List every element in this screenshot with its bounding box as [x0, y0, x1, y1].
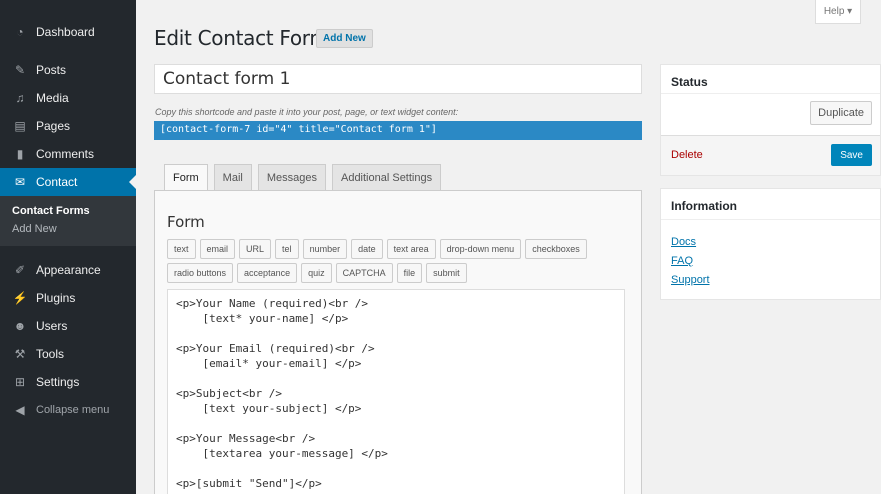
users-icon: ☻ — [13, 319, 27, 333]
shortcode-hint: Copy this shortcode and paste it into yo… — [155, 107, 459, 117]
sidebar-item-users[interactable]: ☻ Users — [0, 312, 136, 340]
sidebar-item-label: Plugins — [36, 291, 76, 305]
sidebar-item-dashboard[interactable]: ◔ Dashboard — [0, 18, 136, 46]
editor-tabs: Form Mail Messages Additional Settings — [164, 164, 447, 191]
sidebar-item-label: Users — [36, 319, 68, 333]
form-heading: Form — [167, 213, 205, 231]
sidebar-item-contact[interactable]: ✉ Contact — [0, 168, 136, 196]
comments-icon: ▮ — [16, 147, 24, 161]
mail-icon: ✉ — [14, 175, 26, 189]
tag-button-date[interactable]: date — [351, 239, 383, 259]
sidebar-item-media[interactable]: ♫ Media — [0, 84, 136, 112]
wrench-icon: ⚒ — [14, 347, 26, 361]
tag-button-submit[interactable]: submit — [426, 263, 467, 283]
sidebar-item-tools[interactable]: ⚒ Tools — [0, 340, 136, 368]
sidebar-item-label: Posts — [36, 63, 67, 77]
admin-sidebar: ◔ Dashboard ✎ Posts ♫ Media ▤ Pages ▮ Co… — [0, 0, 136, 494]
tab-additional-settings[interactable]: Additional Settings — [331, 164, 442, 191]
form-panel: Form text email URL tel number date text… — [154, 190, 642, 494]
sidebar-item-posts[interactable]: ✎ Posts — [0, 56, 136, 84]
tag-button-acceptance[interactable]: acceptance — [237, 263, 298, 283]
tag-button-text[interactable]: text — [167, 239, 196, 259]
collapse-icon: ◀ — [15, 403, 25, 417]
sidebar-item-label: Contact — [36, 175, 78, 189]
tag-button-url[interactable]: URL — [239, 239, 272, 259]
tag-button-email[interactable]: email — [199, 239, 236, 259]
sidebar-item-label: Dashboard — [36, 25, 95, 39]
status-title: Status — [671, 75, 708, 89]
sidebar-item-comments[interactable]: ▮ Comments — [0, 140, 136, 168]
tag-button-quiz[interactable]: quiz — [301, 263, 332, 283]
sidebar-item-label: Media — [36, 91, 69, 105]
collapse-menu-button[interactable]: ◀ Collapse menu — [0, 396, 136, 424]
add-new-button[interactable]: Add New — [316, 29, 373, 48]
media-icon: ♫ — [15, 91, 25, 105]
duplicate-button[interactable]: Duplicate — [810, 101, 872, 125]
sidebar-item-label: Settings — [36, 375, 80, 389]
sidebar-item-settings[interactable]: ⊞ Settings — [0, 368, 136, 396]
tag-button-checkboxes[interactable]: checkboxes — [525, 239, 587, 259]
tag-button-textarea[interactable]: text area — [386, 239, 436, 259]
sidebar-item-label: Appearance — [36, 263, 101, 277]
sidebar-item-plugins[interactable]: ⚡ Plugins — [0, 284, 136, 312]
tag-generator-row: radio buttons acceptance quiz CAPTCHA fi… — [167, 263, 471, 283]
plugin-icon: ⚡ — [12, 291, 28, 305]
pages-icon: ▤ — [14, 119, 26, 133]
submenu-item-add-new[interactable]: Add New — [0, 220, 136, 238]
status-box: Status Duplicate Delete Save — [660, 64, 881, 176]
docs-link[interactable]: Docs — [671, 233, 710, 252]
sidebar-item-appearance[interactable]: ✐ Appearance — [0, 256, 136, 284]
support-link[interactable]: Support — [671, 271, 710, 290]
tag-button-radio[interactable]: radio buttons — [167, 263, 234, 283]
pin-icon: ✎ — [14, 63, 26, 77]
divider — [661, 93, 880, 94]
sidebar-item-pages[interactable]: ▤ Pages — [0, 112, 136, 140]
collapse-menu-label: Collapse menu — [36, 404, 110, 416]
sidebar-item-label: Tools — [36, 347, 65, 361]
tab-messages[interactable]: Messages — [257, 164, 326, 191]
form-code-editor[interactable]: <p>Your Name (required)<br /> [text* you… — [167, 289, 625, 494]
tag-button-file[interactable]: file — [396, 263, 423, 283]
page-title: Edit Contact Form — [154, 26, 329, 50]
tag-button-number[interactable]: number — [302, 239, 348, 259]
sidebar-item-label: Pages — [36, 119, 71, 133]
dashboard-icon: ◔ — [16, 25, 24, 39]
brush-icon: ✐ — [14, 263, 26, 277]
settings-icon: ⊞ — [14, 375, 26, 389]
save-button[interactable]: Save — [831, 144, 872, 166]
tag-generator-row: text email URL tel number date text area… — [167, 239, 591, 259]
tag-button-captcha[interactable]: CAPTCHA — [335, 263, 393, 283]
contact-submenu: Contact Forms Add New — [0, 196, 136, 246]
faq-link[interactable]: FAQ — [671, 252, 710, 271]
submenu-item-contact-forms[interactable]: Contact Forms — [0, 202, 136, 220]
divider — [661, 219, 880, 220]
information-box: Information Docs FAQ Support — [660, 188, 881, 300]
form-title-input[interactable] — [154, 64, 642, 94]
delete-link[interactable]: Delete — [671, 149, 703, 161]
information-title: Information — [671, 199, 737, 213]
information-links: Docs FAQ Support — [671, 233, 710, 290]
tag-button-dropdown[interactable]: drop-down menu — [439, 239, 522, 259]
tag-button-tel[interactable]: tel — [275, 239, 299, 259]
help-tab[interactable]: Help ▾ — [815, 0, 861, 24]
tab-form[interactable]: Form — [164, 164, 208, 191]
sidebar-item-label: Comments — [36, 147, 95, 161]
shortcode-field[interactable]: [contact-form-7 id="4" title="Contact fo… — [154, 121, 642, 140]
tab-mail[interactable]: Mail — [213, 164, 252, 191]
